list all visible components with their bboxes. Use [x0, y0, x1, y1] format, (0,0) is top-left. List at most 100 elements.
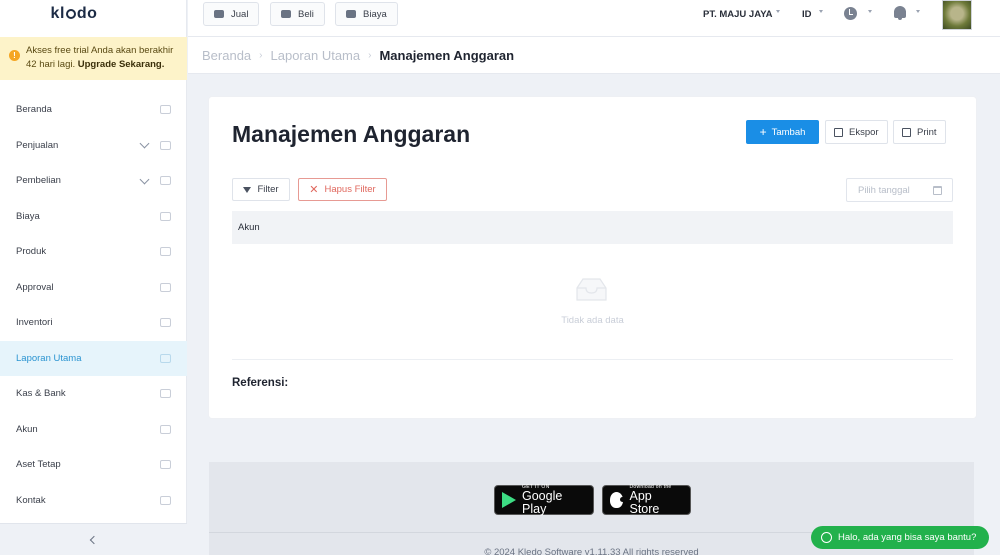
- bell-icon[interactable]: [894, 6, 906, 20]
- check-icon: [160, 282, 171, 292]
- caret-down-icon: [819, 10, 823, 13]
- warehouse-icon: [160, 318, 171, 328]
- sidebar-item-kas-bank[interactable]: Kas & Bank: [0, 376, 187, 412]
- kledo-logo[interactable]: kl do: [0, 0, 186, 28]
- calendar-icon: [933, 186, 942, 195]
- sidebar-item-akun[interactable]: Akun: [0, 412, 187, 448]
- sidebar-item-label: Approval: [16, 281, 54, 293]
- breadcrumb-beranda[interactable]: Beranda: [202, 48, 251, 63]
- company-selector[interactable]: PT. MAJU JAYA: [703, 9, 773, 20]
- breadcrumb-current: Manajemen Anggaran: [379, 47, 515, 63]
- google-play-badge[interactable]: GET IT ON Google Play: [494, 484, 594, 516]
- add-button[interactable]: + Tambah: [746, 120, 819, 144]
- table-header: Akun: [232, 211, 953, 244]
- filter-button[interactable]: Filter: [232, 178, 290, 201]
- basket-icon: [214, 10, 224, 18]
- main-card: Manajemen Anggaran + Tambah Ekspor Print…: [209, 97, 976, 418]
- breadcrumb: Beranda › Laporan Utama › Manajemen Angg…: [188, 37, 1000, 74]
- caret-down-icon: [916, 10, 920, 13]
- quick-jual-button[interactable]: Jual: [203, 2, 260, 26]
- reference-label: Referensi:: [232, 377, 289, 389]
- ledger-icon: [160, 424, 171, 434]
- caret-down-icon: [868, 10, 872, 13]
- chart-icon: [160, 353, 171, 363]
- language-selector[interactable]: ID: [802, 9, 812, 20]
- quick-button-label: Biaya: [363, 8, 387, 20]
- sidebar-item-biaya[interactable]: Biaya: [0, 199, 187, 235]
- dollar-icon: [160, 389, 171, 399]
- sidebar-item-produk[interactable]: Produk: [0, 234, 187, 270]
- add-button-label: Tambah: [771, 126, 806, 138]
- column-header-akun: Akun: [238, 222, 260, 233]
- topbar: Jual Beli Biaya PT. MAJU JAYA ID: [188, 0, 1000, 37]
- table-divider: [232, 359, 953, 360]
- print-button-label: Print: [917, 126, 937, 138]
- app-store-badge[interactable]: Download on the App Store: [602, 484, 691, 516]
- trial-notice: ! Akses free trial Anda akan berakhir 42…: [0, 37, 187, 80]
- sidebar-item-beranda[interactable]: Beranda: [0, 92, 187, 128]
- sidebar-item-label: Aset Tetap: [16, 459, 61, 471]
- sidebar-item-label: Kontak: [16, 494, 46, 506]
- google-play-icon: [502, 492, 516, 508]
- clock-icon[interactable]: [844, 7, 857, 20]
- apple-icon: [610, 492, 627, 508]
- sidebar-item-label: Produk: [16, 246, 47, 258]
- sidebar-item-laporan-utama[interactable]: Laporan Utama: [0, 340, 187, 376]
- avatar[interactable]: [942, 0, 972, 30]
- filter-label: Filter: [257, 184, 279, 195]
- sidebar-item-label: Akun: [16, 423, 38, 435]
- filter-icon: [243, 186, 252, 193]
- date-picker-input[interactable]: Pilih tanggal: [846, 178, 953, 202]
- chevron-down-icon: [139, 174, 150, 185]
- quick-button-label: Jual: [231, 8, 249, 20]
- export-button-label: Ekspor: [849, 126, 879, 138]
- upgrade-link[interactable]: Upgrade Sekarang.: [78, 59, 165, 70]
- sidebar-item-label: Pembelian: [16, 175, 61, 187]
- export-icon: [834, 127, 843, 137]
- help-chat-button[interactable]: Halo, ada yang bisa saya bantu?: [811, 526, 989, 549]
- shop-basket-icon: [160, 140, 171, 150]
- chevron-down-icon: [139, 138, 150, 149]
- sidebar-item-aset-tetap[interactable]: Aset Tetap: [0, 447, 187, 483]
- clear-filter-label: Hapus Filter: [324, 184, 376, 195]
- breadcrumb-laporan-utama[interactable]: Laporan Utama: [271, 48, 361, 63]
- sidebar-item-label: Inventori: [16, 317, 53, 329]
- page-title: Manajemen Anggaran: [232, 121, 471, 147]
- warning-icon: !: [9, 50, 20, 61]
- sidebar-item-pembelian[interactable]: Pembelian: [0, 163, 187, 199]
- shopping-bag-icon: [281, 10, 291, 18]
- help-chat-label: Halo, ada yang bisa saya bantu?: [838, 532, 977, 543]
- sidebar-item-label: Penjualan: [16, 139, 59, 151]
- empty-inbox-icon: [576, 278, 607, 301]
- plus-icon: +: [759, 125, 767, 139]
- caret-down-icon: [776, 10, 780, 13]
- quick-biaya-button[interactable]: Biaya: [335, 2, 398, 26]
- building-icon: [160, 460, 171, 470]
- sidebar-item-label: Beranda: [16, 104, 52, 116]
- export-button[interactable]: Ekspor: [825, 120, 888, 144]
- sidebar-collapse-button[interactable]: [0, 523, 187, 555]
- shopping-bag-icon: [160, 176, 171, 186]
- google-play-big-text: Google Play: [522, 489, 563, 516]
- breadcrumb-separator: ›: [368, 49, 372, 61]
- logo-text: kl do: [50, 5, 98, 22]
- sidebar-item-kontak[interactable]: Kontak: [0, 483, 187, 519]
- close-icon: ✕: [309, 183, 319, 196]
- quick-beli-button[interactable]: Beli: [270, 2, 325, 26]
- sidebar-item-penjualan[interactable]: Penjualan: [0, 128, 187, 164]
- print-button[interactable]: Print: [893, 120, 946, 144]
- date-placeholder: Pilih tanggal: [858, 184, 910, 196]
- sidebar-item-inventori[interactable]: Inventori: [0, 305, 187, 341]
- home-icon: [160, 105, 171, 115]
- box-icon: [160, 247, 171, 257]
- empty-state-text: Tidak ada data: [561, 315, 624, 326]
- contact-card-icon: [160, 495, 171, 505]
- sidebar-item-approval[interactable]: Approval: [0, 270, 187, 306]
- credit-card-icon: [346, 10, 356, 18]
- breadcrumb-separator: ›: [259, 49, 263, 61]
- sidebar: kl do ! Akses free trial Anda akan berakh…: [0, 0, 187, 555]
- whatsapp-icon: [821, 532, 832, 543]
- clear-filter-button[interactable]: ✕ Hapus Filter: [298, 178, 387, 201]
- credit-card-icon: [160, 211, 171, 221]
- app-store-big-text: App Store: [629, 489, 660, 516]
